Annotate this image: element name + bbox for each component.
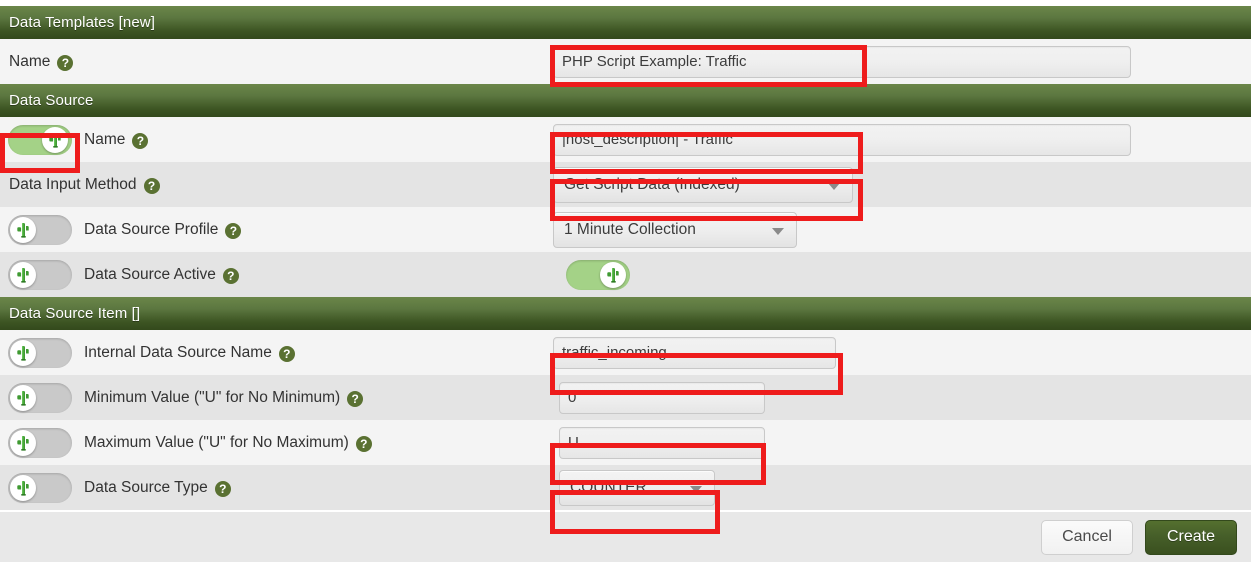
toggle-ds-active[interactable] <box>566 259 630 290</box>
cactus-icon <box>16 435 29 451</box>
ds-name-input[interactable] <box>553 123 1131 156</box>
form-container: Data Templates [new] Name ? Data Source <box>0 6 1251 562</box>
cactus-icon <box>16 345 29 361</box>
help-icon[interactable]: ? <box>57 54 74 71</box>
toggle-ds-type[interactable] <box>8 472 72 503</box>
section-header-data-source: Data Source <box>0 84 1251 117</box>
ds-type-select[interactable]: COUNTER <box>559 469 715 506</box>
row-minimum-value: Minimum Value ("U" for No Minimum) ? <box>0 375 1251 420</box>
minimum-value-label: Minimum Value ("U" for No Minimum) <box>84 388 341 406</box>
label-cell-template-name: Name ? <box>0 39 553 84</box>
cactus-icon <box>48 132 61 148</box>
maximum-value-input[interactable] <box>559 426 765 459</box>
toggle-knob <box>10 261 36 288</box>
help-icon[interactable]: ? <box>214 480 231 497</box>
toggle-minimum-value[interactable] <box>8 382 72 413</box>
form-footer: Cancel Create <box>0 510 1251 562</box>
toggle-knob <box>42 126 68 153</box>
row-internal-ds-name: Internal Data Source Name ? <box>0 330 1251 375</box>
data-input-method-value: Get Script Data (Indexed) <box>564 175 740 193</box>
field-cell-minimum-value <box>553 375 1251 420</box>
page-title: Data Templates [new] <box>0 6 1251 39</box>
label-cell-ds-active: Data Source Active ? <box>0 252 553 297</box>
field-cell-ds-profile: 1 Minute Collection <box>553 207 1251 252</box>
toggle-ds-name[interactable] <box>8 124 72 155</box>
ds-profile-select[interactable]: 1 Minute Collection <box>553 211 797 248</box>
ds-active-label: Data Source Active <box>84 265 216 283</box>
label-cell-ds-profile: Data Source Profile ? <box>0 207 553 252</box>
cancel-button[interactable]: Cancel <box>1041 519 1133 555</box>
cacti-data-template-page: Data Templates [new] Name ? Data Source <box>0 0 1251 588</box>
help-icon[interactable]: ? <box>225 222 242 239</box>
ds-type-value: COUNTER <box>570 478 647 496</box>
toggle-knob <box>10 339 36 366</box>
field-cell-template-name <box>553 39 1251 84</box>
toggle-ds-active-field[interactable] <box>8 259 72 290</box>
chevron-down-icon <box>828 182 840 190</box>
minimum-value-input[interactable] <box>559 381 765 414</box>
data-input-method-label: Data Input Method <box>9 175 137 193</box>
help-icon[interactable]: ? <box>132 132 149 149</box>
ds-type-label: Data Source Type <box>84 478 208 496</box>
field-cell-data-input-method: Get Script Data (Indexed) <box>553 162 1251 207</box>
row-ds-profile: Data Source Profile ? 1 Minute Collectio… <box>0 207 1251 252</box>
field-cell-ds-active <box>553 252 1251 297</box>
cactus-icon <box>16 222 29 238</box>
internal-ds-name-input[interactable] <box>553 336 836 369</box>
help-icon[interactable]: ? <box>347 390 364 407</box>
template-name-label: Name <box>9 52 51 70</box>
toggle-maximum-value[interactable] <box>8 427 72 458</box>
toggle-knob <box>10 474 36 501</box>
toggle-knob <box>10 429 36 456</box>
ds-name-label: Name <box>84 130 126 148</box>
toggle-knob <box>10 384 36 411</box>
ds-profile-label: Data Source Profile <box>84 220 219 238</box>
field-cell-ds-type: COUNTER <box>553 465 1251 510</box>
maximum-value-label: Maximum Value ("U" for No Maximum) <box>84 433 349 451</box>
toggle-ds-profile[interactable] <box>8 214 72 245</box>
help-icon[interactable]: ? <box>143 177 160 194</box>
help-icon[interactable]: ? <box>278 345 295 362</box>
toggle-knob <box>600 261 626 288</box>
row-ds-name: Name ? <box>0 117 1251 162</box>
create-button[interactable]: Create <box>1145 519 1237 555</box>
row-ds-active: Data Source Active ? <box>0 252 1251 297</box>
help-icon[interactable]: ? <box>355 435 372 452</box>
template-name-input[interactable] <box>553 45 1131 78</box>
row-maximum-value: Maximum Value ("U" for No Maximum) ? <box>0 420 1251 465</box>
toggle-internal-ds-name[interactable] <box>8 337 72 368</box>
label-cell-maximum-value: Maximum Value ("U" for No Maximum) ? <box>0 420 553 465</box>
internal-ds-name-label: Internal Data Source Name <box>84 343 272 361</box>
label-cell-internal-ds-name: Internal Data Source Name ? <box>0 330 553 375</box>
ds-profile-value: 1 Minute Collection <box>564 220 696 238</box>
chevron-down-icon <box>772 227 784 235</box>
label-cell-ds-type: Data Source Type ? <box>0 465 553 510</box>
field-cell-ds-name <box>553 117 1251 162</box>
cactus-icon <box>16 480 29 496</box>
data-input-method-select[interactable]: Get Script Data (Indexed) <box>553 166 853 203</box>
toggle-knob <box>10 216 36 243</box>
help-icon[interactable]: ? <box>222 267 239 284</box>
row-data-input-method: Data Input Method ? Get Script Data (Ind… <box>0 162 1251 207</box>
label-cell-data-input-method: Data Input Method ? <box>0 162 553 207</box>
field-cell-internal-ds-name <box>553 330 1251 375</box>
cactus-icon <box>16 390 29 406</box>
row-ds-type: Data Source Type ? COUNTER <box>0 465 1251 510</box>
row-template-name: Name ? <box>0 39 1251 84</box>
section-header-data-source-item: Data Source Item [] <box>0 297 1251 330</box>
cactus-icon <box>606 267 619 283</box>
cactus-icon <box>16 267 29 283</box>
label-cell-ds-name: Name ? <box>0 117 553 162</box>
chevron-down-icon <box>690 485 702 493</box>
label-cell-minimum-value: Minimum Value ("U" for No Minimum) ? <box>0 375 553 420</box>
field-cell-maximum-value <box>553 420 1251 465</box>
